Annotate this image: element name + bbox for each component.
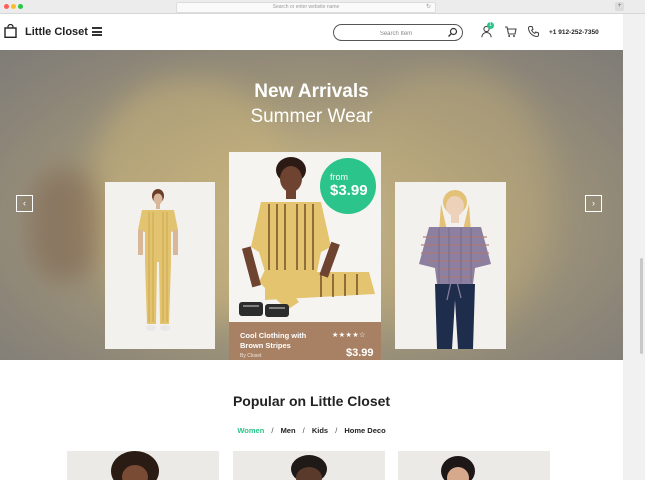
carousel-next-button[interactable]: › bbox=[585, 195, 602, 212]
carousel-card-left[interactable] bbox=[105, 182, 215, 349]
reload-icon[interactable]: ↻ bbox=[426, 3, 431, 12]
shopping-bag-logo-icon[interactable] bbox=[4, 24, 17, 38]
site-header: Little Closet 1 +1 912-252-7350 bbox=[0, 14, 623, 50]
hero-title: New Arrivals bbox=[254, 81, 369, 102]
carousel-prev-button[interactable]: ‹ bbox=[16, 195, 33, 212]
address-bar[interactable]: Search or enter website name ↻ bbox=[176, 2, 436, 13]
filter-separator: / bbox=[302, 426, 305, 435]
minimize-window-button[interactable] bbox=[11, 4, 16, 9]
popular-product-card[interactable] bbox=[233, 451, 385, 480]
filter-women[interactable]: Women bbox=[237, 426, 264, 435]
cart-icon[interactable] bbox=[504, 25, 517, 38]
category-filter-bar: Women / Men / Kids / Home Deco bbox=[0, 426, 623, 435]
scrollbar-thumb[interactable] bbox=[640, 258, 643, 354]
price-from-badge: from $3.99 bbox=[320, 158, 376, 214]
product-thumbnail bbox=[67, 451, 219, 480]
product-thumbnail bbox=[233, 451, 385, 480]
close-window-button[interactable] bbox=[4, 4, 9, 9]
search-box bbox=[333, 24, 463, 41]
hero-subtitle: Summer Wear bbox=[250, 106, 373, 127]
carousel-card-right[interactable] bbox=[395, 182, 506, 349]
featured-product-brand: By Closet bbox=[240, 353, 262, 359]
phone-number[interactable]: +1 912-252-7350 bbox=[549, 29, 599, 36]
hero-background-figure bbox=[30, 170, 100, 280]
product-photo-striped-jumpsuit bbox=[105, 182, 215, 349]
search-icon[interactable] bbox=[447, 27, 458, 38]
maximize-window-button[interactable] bbox=[18, 4, 23, 9]
search-input[interactable] bbox=[344, 27, 448, 40]
filter-kids[interactable]: Kids bbox=[312, 426, 328, 435]
browser-toolbar: Search or enter website name ↻ + bbox=[0, 0, 645, 14]
featured-product-name[interactable]: Cool Clothing with Brown Stripes bbox=[240, 331, 330, 351]
price-from-value: $3.99 bbox=[330, 182, 368, 199]
popular-section-title: Popular on Little Closet bbox=[232, 393, 391, 409]
popular-product-card[interactable] bbox=[67, 451, 219, 480]
product-thumbnail bbox=[398, 451, 550, 480]
phone-icon[interactable] bbox=[527, 25, 540, 38]
hero-banner: New Arrivals Summer Wear ‹ › from $3.99 … bbox=[0, 50, 623, 360]
page-scroll-track bbox=[623, 14, 645, 480]
rating-stars: ★★★★☆ bbox=[332, 332, 366, 339]
price-from-label: from bbox=[330, 172, 348, 182]
filter-separator: / bbox=[271, 426, 274, 435]
new-tab-button[interactable]: + bbox=[615, 2, 624, 11]
product-photo-plaid-top bbox=[395, 182, 506, 349]
filter-separator: / bbox=[335, 426, 338, 435]
featured-product-price: $3.99 bbox=[346, 347, 374, 359]
hamburger-menu-icon[interactable] bbox=[92, 27, 102, 36]
filter-men[interactable]: Men bbox=[281, 426, 296, 435]
address-placeholder: Search or enter website name bbox=[272, 4, 340, 10]
brand-name[interactable]: Little Closet bbox=[25, 26, 88, 38]
popular-product-card[interactable] bbox=[398, 451, 550, 480]
filter-home-deco[interactable]: Home Deco bbox=[344, 426, 385, 435]
notification-badge: 1 bbox=[487, 22, 494, 29]
featured-product-caption[interactable]: Cool Clothing with Brown Stripes ★★★★☆ $… bbox=[229, 322, 381, 360]
